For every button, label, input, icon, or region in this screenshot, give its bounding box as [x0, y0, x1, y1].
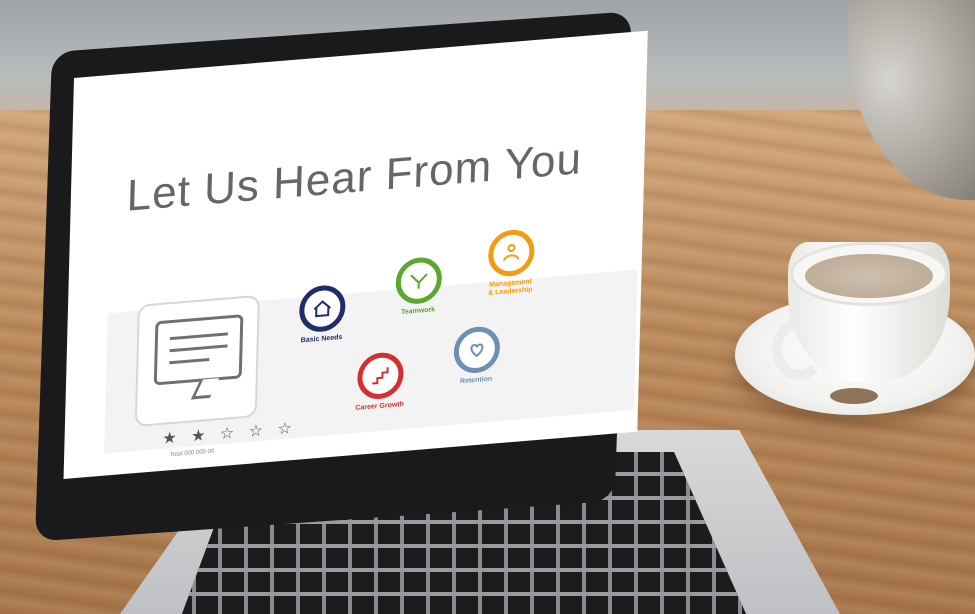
hands-together-icon: [395, 255, 443, 306]
feedback-card: [134, 294, 260, 428]
category-basic-needs: Basic Needs: [276, 282, 367, 348]
category-career-growth: Career Growth: [335, 349, 426, 415]
coffee-spill: [830, 388, 878, 404]
page-title: Let Us Hear From You: [126, 134, 583, 221]
category-teamwork: Teamwork: [373, 254, 464, 320]
laptop-screen: Let Us Hear From You ★ ★ ☆ ☆ ☆ Total 000…: [63, 30, 648, 480]
category-retention: Retention: [431, 323, 522, 389]
photo-scene: Let Us Hear From You ★ ★ ☆ ☆ ☆ Total 000…: [0, 0, 975, 614]
total-label: Total 000 000 00: [169, 448, 215, 459]
chat-bubble-icon: [153, 314, 244, 386]
coffee: [805, 254, 933, 298]
team-presentation-icon: [487, 228, 535, 278]
stairs-climb-icon: [356, 350, 405, 401]
people-house-icon: [298, 283, 346, 334]
category-management-leadership: Management & Leadership: [465, 226, 557, 300]
heart-hand-icon: [453, 324, 501, 375]
